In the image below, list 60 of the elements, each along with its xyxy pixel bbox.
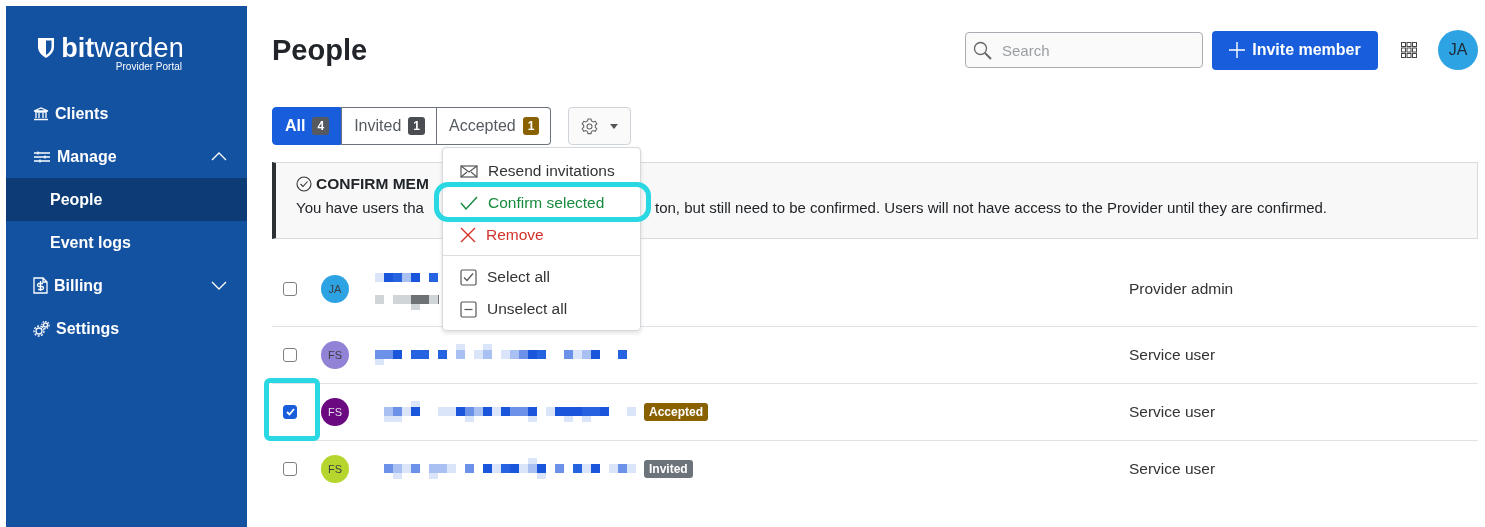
envelope-icon — [460, 164, 478, 178]
user-avatar: FS — [321, 340, 349, 369]
count-badge: 1 — [522, 117, 540, 135]
nav-item[interactable]: Billing — [6, 264, 247, 307]
filter-tab[interactable]: All 4 — [272, 107, 342, 145]
check-circle-icon — [296, 176, 312, 192]
bulk-actions-button[interactable] — [568, 107, 632, 145]
role-cell: Service user — [1129, 326, 1478, 383]
plus-icon — [1229, 42, 1246, 58]
menu-item[interactable]: Resend invitations — [443, 160, 640, 182]
minus-box-icon — [460, 300, 477, 318]
checkmark-icon — [460, 196, 478, 210]
filter-tab[interactable]: Accepted 1 — [436, 107, 552, 145]
invite-member-button[interactable]: Invite member — [1212, 30, 1378, 70]
user-avatar[interactable]: JA — [1438, 30, 1478, 70]
sliders-icon — [33, 150, 51, 163]
role-cell: Service user — [1129, 440, 1478, 497]
user-avatar: JA — [321, 274, 349, 303]
menu-item[interactable]: Remove — [443, 224, 640, 246]
menu-item[interactable]: Unselect all — [443, 298, 640, 320]
status-badge: Invited — [644, 459, 693, 478]
callout-text: You have users tha — [296, 199, 425, 216]
row-checkbox[interactable] — [283, 281, 297, 296]
status-badge: Accepted — [644, 402, 709, 421]
cross-icon — [460, 227, 476, 243]
brand-logo: bitwarden — [37, 34, 184, 62]
nav-item[interactable]: Event logs — [6, 221, 247, 264]
gears-icon — [33, 320, 50, 337]
chevron-up-icon — [211, 152, 227, 161]
nav-item[interactable]: Manage — [6, 135, 247, 178]
shield-icon — [37, 37, 56, 59]
nav-item[interactable]: People — [6, 178, 247, 221]
checked-box-icon — [460, 268, 477, 286]
menu-item[interactable]: Confirm selected — [443, 192, 640, 214]
row-checkbox[interactable] — [283, 461, 297, 476]
nav-item[interactable]: Clients — [6, 92, 247, 135]
search-field[interactable]: Search — [965, 32, 1203, 68]
callout-text: ton, but still need to be confirmed. Users will not have access to the Provider until they are confirmed. — [655, 199, 1327, 216]
count-badge: 4 — [312, 117, 330, 135]
app-grid-icon[interactable] — [1401, 42, 1417, 58]
checkmark-icon — [285, 407, 295, 416]
role-cell: Provider admin — [1129, 252, 1478, 326]
portal-subtitle: Provider Portal — [115, 61, 182, 72]
role-cell: Service user — [1129, 383, 1478, 440]
nav-item[interactable]: Settings — [6, 307, 247, 350]
count-badge: 1 — [408, 117, 425, 135]
gear-icon — [581, 117, 599, 135]
row-checkbox[interactable] — [283, 347, 297, 362]
user-avatar: FS — [321, 397, 349, 426]
search-icon — [973, 41, 992, 60]
bank-icon — [33, 106, 49, 121]
filter-tab[interactable]: Invited 1 — [341, 107, 437, 145]
page-title: People — [272, 33, 369, 67]
caret-icon — [610, 123, 619, 129]
chevron-down-icon — [211, 281, 227, 290]
user-avatar: FS — [321, 454, 349, 483]
row-checkbox[interactable] — [283, 404, 297, 419]
callout-title: CONFIRM MEM — [316, 175, 429, 193]
menu-item[interactable]: Select all — [443, 266, 640, 288]
invoice-icon — [33, 277, 48, 294]
